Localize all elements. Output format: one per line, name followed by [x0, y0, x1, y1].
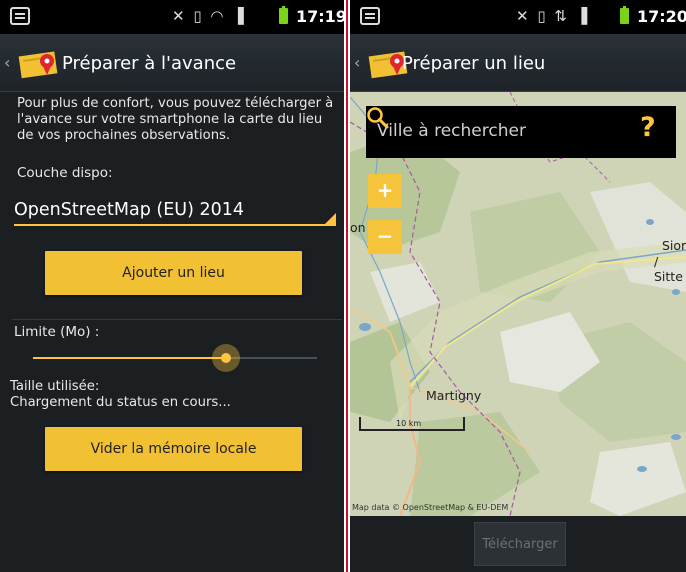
action-bar: ‹ Préparer un lieu: [350, 34, 686, 92]
limit-slider-thumb[interactable]: [212, 344, 241, 372]
bottom-bar: Télécharger: [350, 516, 686, 572]
scale-bar-label: 10 km: [396, 419, 422, 428]
app-logo[interactable]: [14, 49, 60, 79]
data-icon: ⇅: [554, 7, 569, 25]
back-chevron-icon[interactable]: ‹: [4, 53, 10, 72]
download-button[interactable]: Télécharger: [474, 522, 566, 566]
right-screen: ✕ ▯ ⇅ ▐ 17:20 ‹ Préparer un lieu Ville à…: [350, 0, 686, 572]
signal-icon: ▐: [575, 7, 590, 25]
map-view[interactable]: Ville à rechercher ? + − on Sior / Sitte…: [350, 92, 686, 516]
intro-text: Pour plus de confort, vous pouvez téléch…: [17, 96, 334, 143]
vibrate-icon: ▯: [537, 7, 548, 25]
size-label: Taille utilisée:: [10, 379, 100, 394]
map-label-martigny: Martigny: [426, 388, 482, 403]
map-label-sion: Sior: [662, 238, 686, 253]
back-chevron-icon[interactable]: ‹: [354, 53, 360, 72]
search-icon[interactable]: [366, 106, 390, 130]
add-place-button[interactable]: Ajouter un lieu: [45, 251, 302, 295]
wifi-icon: ◠: [210, 7, 226, 25]
status-time: 17:19: [296, 7, 344, 26]
signal-icon: ▐: [232, 7, 246, 25]
vibrate-icon: ▯: [193, 7, 204, 25]
notification-icon: [10, 7, 30, 25]
battery-icon: [279, 6, 288, 24]
divider: [12, 319, 342, 320]
spinner-corner-icon: [325, 213, 336, 224]
page-title: Préparer un lieu: [402, 53, 546, 74]
help-icon[interactable]: ?: [640, 112, 656, 143]
clear-cache-button[interactable]: Vider la mémoire locale: [45, 427, 302, 471]
action-bar: ‹ Préparer à l'avance: [0, 34, 344, 92]
status-time: 17:20: [637, 7, 686, 26]
zoom-in-button[interactable]: +: [368, 174, 402, 208]
loading-status: Chargement du status en cours...: [10, 395, 231, 410]
limit-slider[interactable]: [33, 344, 317, 372]
battery-icon: [620, 6, 629, 24]
limit-slider-fill: [33, 357, 227, 359]
search-input[interactable]: Ville à rechercher: [377, 121, 526, 141]
map-attribution: Map data © OpenStreetMap & EU-DEM: [352, 503, 509, 512]
limit-label: Limite (Mo) :: [14, 324, 100, 340]
layer-spinner-value: OpenStreetMap (EU) 2014: [14, 200, 245, 220]
zoom-out-button[interactable]: −: [368, 220, 402, 254]
map-label-left: on: [350, 220, 366, 235]
map-label-sitten: / Sitte: [654, 254, 683, 284]
left-screen: ✕ ▯ ◠ ▐ 17:19 ‹ Préparer à l'avance Pour…: [0, 0, 344, 572]
notification-icon: [360, 7, 380, 25]
mute-icon: ✕: [516, 7, 531, 25]
mute-icon: ✕: [172, 7, 187, 25]
status-icons: ✕ ▯ ◠ ▐: [172, 7, 246, 25]
status-bar: ✕ ▯ ⇅ ▐ 17:20: [350, 0, 686, 34]
status-bar: ✕ ▯ ◠ ▐ 17:19: [0, 0, 344, 34]
layer-spinner[interactable]: OpenStreetMap (EU) 2014: [14, 196, 336, 226]
prepare-panel: Pour plus de confort, vous pouvez téléch…: [0, 92, 344, 572]
search-box[interactable]: Ville à rechercher ?: [366, 106, 676, 158]
layer-label: Couche dispo:: [17, 165, 113, 181]
status-icons: ✕ ▯ ⇅ ▐: [516, 7, 589, 25]
page-title: Préparer à l'avance: [62, 53, 237, 74]
storage-status: Taille utilisée: Chargement du status en…: [10, 379, 231, 411]
